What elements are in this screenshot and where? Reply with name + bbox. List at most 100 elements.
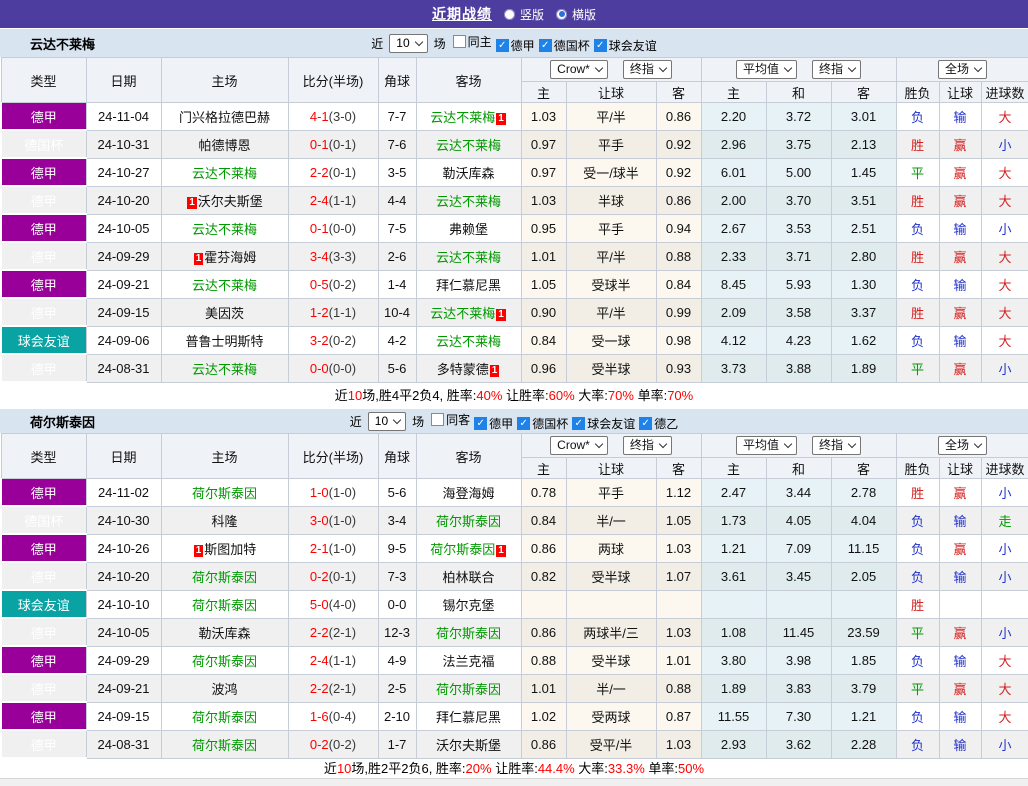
league-filter-checkbox[interactable]: ✓ 德国杯 <box>538 37 590 54</box>
avg-draw-cell: 3.53 <box>765 213 832 243</box>
checkbox-checked-icon[interactable]: ✓ <box>495 38 509 52</box>
result-goals-cell: 大 <box>980 325 1028 355</box>
radio-label: 横版 <box>572 7 597 22</box>
home-team-cell: 门兴格拉德巴赫 <box>160 102 289 131</box>
fulltime-select[interactable]: 全场 <box>938 436 988 455</box>
checkbox-unchecked-icon[interactable] <box>452 34 466 48</box>
avg-away-cell: 2.13 <box>830 129 897 159</box>
match-type-cell: 德国杯 <box>0 129 87 159</box>
subcol-handicap: 让球 <box>565 457 657 479</box>
home-team-cell: 1 斯图加特 <box>160 533 289 563</box>
team-label: 云达不莱梅 <box>191 165 257 181</box>
team-label: 霍芬海姆 <box>204 249 257 265</box>
avg-draw-cell: 3.71 <box>765 241 832 271</box>
score-cell: 1-0(1-0) <box>287 478 379 507</box>
match-row: 德甲 24-10-20 荷尔斯泰因 0-2(0-1) 7-3 柏林联合 0.82 受半球 1.0… <box>0 561 1028 591</box>
corner-cell: 2-10 <box>377 701 417 731</box>
team-label: 帕德博恩 <box>198 137 251 153</box>
odds-stage-select[interactable]: 终指 <box>622 60 672 79</box>
checkbox-checked-icon[interactable]: ✓ <box>593 38 607 52</box>
result-winlose-cell: 胜 <box>895 241 940 271</box>
team-label: 波鸿 <box>211 681 238 697</box>
subcol-odds-away: 客 <box>655 81 702 103</box>
handicap-line-cell: 受平/半 <box>565 729 657 759</box>
checkbox-checked-icon[interactable]: ✓ <box>538 38 552 52</box>
layout-radio-vertical[interactable]: 竖版 <box>503 6 544 23</box>
league-filter-checkbox[interactable]: ✓ 球会友谊 <box>593 37 657 54</box>
odds-home-cell: 0.88 <box>520 645 567 675</box>
match-date-cell: 24-10-20 <box>85 561 162 591</box>
handicap-line-cell: 平/半 <box>565 102 657 131</box>
avg-stage-select[interactable]: 终指 <box>812 60 862 79</box>
league-filter-checkbox[interactable]: ✓ 德乙 <box>639 415 678 432</box>
result-goals-cell: 小 <box>980 129 1028 159</box>
halftime-score: (0-1) <box>328 568 357 584</box>
team-label: 云达不莱梅 <box>191 277 257 293</box>
odds-source-select[interactable]: Crow* <box>550 60 608 79</box>
radio-icon[interactable] <box>503 8 515 20</box>
avg-draw-cell <box>765 589 832 619</box>
team-label: 云达不莱梅 <box>435 137 501 153</box>
score-cell: 2-2(2-1) <box>287 673 379 703</box>
league-filter-checkbox[interactable]: ✓ 德国杯 <box>517 415 568 432</box>
halftime-score: (0-2) <box>328 332 357 348</box>
handicap-line-cell: 两球 <box>565 533 657 563</box>
league-filter-checkbox[interactable]: ✓ 德甲 <box>495 37 535 54</box>
odds-home-cell: 0.86 <box>520 617 567 647</box>
avg-away-cell: 4.04 <box>830 505 897 535</box>
odds-away-cell: 1.07 <box>655 561 702 591</box>
avg-away-cell: 1.85 <box>830 645 897 675</box>
recent-results-header-bar: 近期战绩 竖版 横版 <box>0 0 1028 28</box>
fulltime-score: 0-2 <box>309 568 329 584</box>
avg-draw-cell: 3.62 <box>765 729 832 759</box>
handicap-line-cell <box>565 589 657 619</box>
league-filter-checkbox[interactable]: 同客 <box>431 411 470 428</box>
fulltime-score: 2-2 <box>309 164 329 180</box>
avg-home-cell: 2.33 <box>700 241 767 271</box>
home-team-cell: 荷尔斯泰因 <box>160 645 289 675</box>
checkbox-checked-icon[interactable]: ✓ <box>517 416 531 430</box>
avg-home-cell: 2.96 <box>700 129 767 159</box>
section-werder-bremen: 云达不莱梅 近 10 场 同主 ✓ 德甲 ✓ 德国杯 ✓ 球会友谊 类型 日期 主场 比分(… <box>0 28 1028 408</box>
summary-segment: 让胜率: <box>491 761 538 776</box>
avg-away-cell: 1.62 <box>830 325 897 355</box>
result-winlose-cell: 平 <box>895 157 940 187</box>
layout-radio-horizontal[interactable]: 横版 <box>556 6 596 23</box>
checkbox-checked-icon[interactable]: ✓ <box>639 416 653 430</box>
avg-stage-select[interactable]: 终指 <box>812 436 862 455</box>
recent-count-select[interactable]: 10 <box>367 411 407 431</box>
corner-cell: 10-4 <box>377 297 417 327</box>
avg-draw-cell: 3.70 <box>765 185 832 215</box>
result-handicap-cell: 赢 <box>938 617 982 647</box>
odds-home-cell: 0.84 <box>520 325 567 355</box>
checkbox-label: 德乙 <box>654 416 679 431</box>
corner-cell: 7-6 <box>377 129 417 159</box>
horizontal-scrollbar-track[interactable] <box>0 778 1028 786</box>
recent-count-select[interactable]: 10 <box>389 33 428 53</box>
result-winlose-cell: 负 <box>895 701 940 731</box>
result-winlose-cell: 胜 <box>895 478 940 507</box>
odds-source-select[interactable]: Crow* <box>550 436 608 455</box>
away-team-cell: 荷尔斯泰因 <box>415 505 522 535</box>
team-label: 荷尔斯泰因 <box>435 625 501 641</box>
avg-odds-select[interactable]: 平均值 <box>736 60 798 79</box>
checkbox-checked-icon[interactable]: ✓ <box>474 416 488 430</box>
result-goals-cell: 大 <box>980 701 1028 731</box>
checkbox-unchecked-icon[interactable] <box>431 412 445 426</box>
result-goals-cell: 小 <box>980 729 1028 759</box>
checkbox-checked-icon[interactable]: ✓ <box>572 416 586 430</box>
odds-away-cell: 0.88 <box>655 673 702 703</box>
league-filter-checkbox[interactable]: 同主 <box>452 33 492 50</box>
result-goals-cell: 大 <box>980 645 1028 675</box>
league-filter-checkbox[interactable]: ✓ 德甲 <box>474 415 513 432</box>
team-label: 荷尔斯泰因 <box>430 541 496 557</box>
recent-results-table: 类型 日期 主场 比分(半场) 角球 客场 Crow* 终指 平均值 终指 全场 <box>0 57 1028 383</box>
avg-odds-select[interactable]: 平均值 <box>736 436 798 455</box>
odds-stage-select[interactable]: 终指 <box>622 436 672 455</box>
away-team-cell: 荷尔斯泰因 1 <box>415 533 522 563</box>
fulltime-select[interactable]: 全场 <box>938 60 988 79</box>
league-filter-checkbox[interactable]: ✓ 球会友谊 <box>572 415 635 432</box>
result-goals-cell: 大 <box>980 185 1028 215</box>
result-handicap-cell: 输 <box>938 729 982 759</box>
radio-icon[interactable] <box>556 8 567 20</box>
